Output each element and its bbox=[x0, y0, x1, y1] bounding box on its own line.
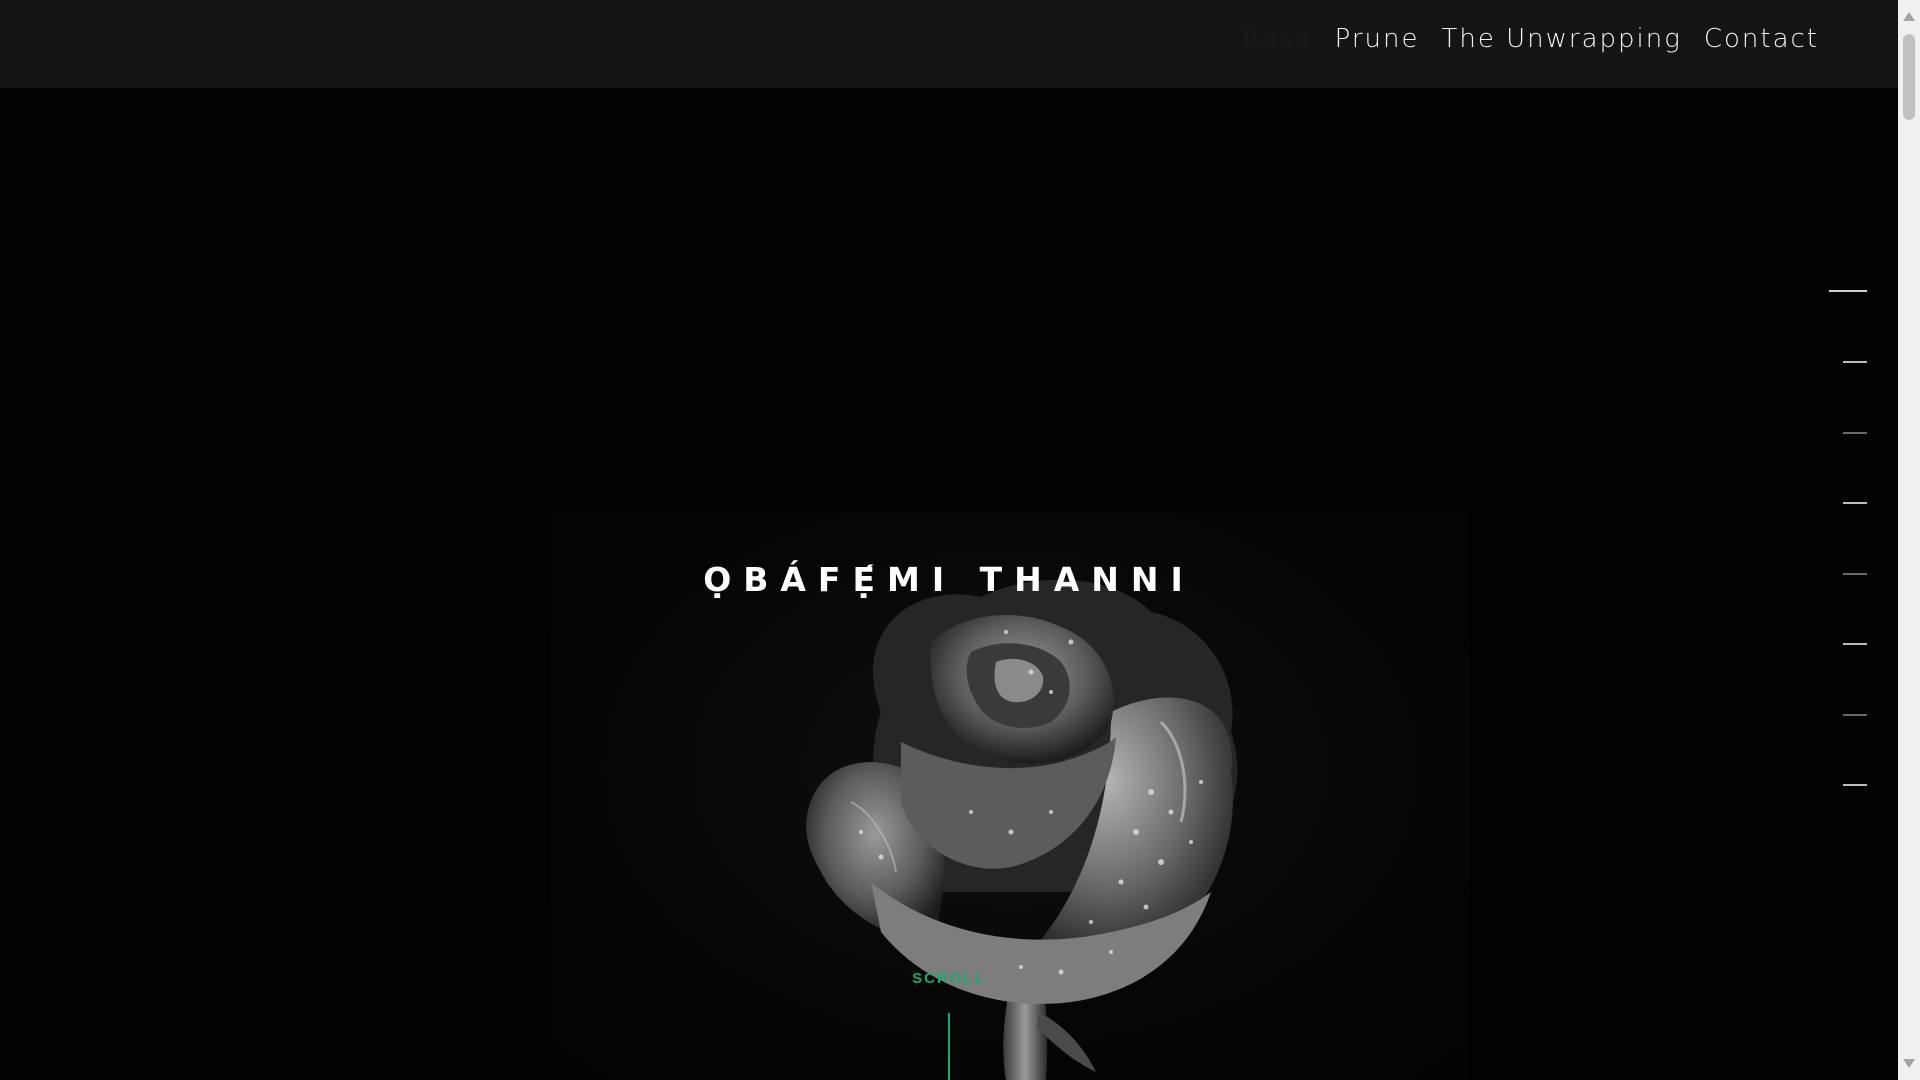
vertical-scrollbar[interactable] bbox=[1898, 0, 1920, 1080]
nav-link-contact[interactable]: Contact bbox=[1704, 24, 1819, 54]
section-dot-2[interactable] bbox=[1843, 361, 1867, 363]
section-dot-7[interactable] bbox=[1843, 714, 1867, 716]
main-menu: Rosa Prune The Unwrapping Contact bbox=[1242, 24, 1819, 54]
section-dot-1[interactable] bbox=[1829, 290, 1867, 292]
top-navbar: Rosa Prune The Unwrapping Contact bbox=[0, 0, 1898, 88]
hero-title: ỌBÁFẸ́MI THANNI bbox=[703, 560, 1195, 599]
section-dot-3[interactable] bbox=[1843, 432, 1867, 434]
nav-link-the-unwrapping[interactable]: The Unwrapping bbox=[1442, 24, 1682, 54]
nav-link-prune[interactable]: Prune bbox=[1335, 24, 1420, 54]
section-dot-8[interactable] bbox=[1843, 784, 1867, 786]
scroll-up-arrow-icon[interactable] bbox=[1903, 12, 1915, 21]
scroll-indicator-line bbox=[948, 1013, 950, 1080]
scroll-indicator-label[interactable]: SCROLL bbox=[0, 970, 1898, 987]
nav-link-rosa[interactable]: Rosa bbox=[1242, 24, 1312, 54]
section-dot-6[interactable] bbox=[1843, 643, 1867, 645]
section-dot-5[interactable] bbox=[1843, 573, 1867, 575]
scroll-down-arrow-icon[interactable] bbox=[1903, 1059, 1915, 1068]
page-viewport: Rosa Prune The Unwrapping Contact ỌBÁFẸ́… bbox=[0, 0, 1898, 1080]
section-dot-4[interactable] bbox=[1843, 502, 1867, 504]
scrollbar-thumb[interactable] bbox=[1903, 34, 1915, 120]
